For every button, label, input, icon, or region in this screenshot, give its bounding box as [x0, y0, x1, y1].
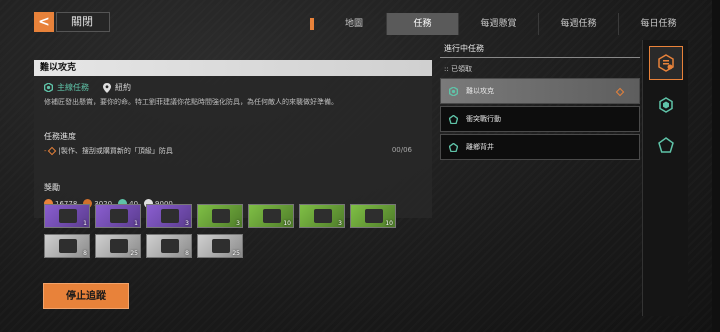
- stop-tracking-button[interactable]: 停止追蹤: [43, 283, 129, 309]
- category-main[interactable]: [653, 92, 679, 118]
- objective-diamond-icon: [47, 146, 56, 156]
- divider: [440, 57, 640, 58]
- pentagon-quest-icon: [449, 142, 458, 152]
- main-quest-icon: [44, 83, 53, 92]
- quest-meta: 主線任務 紐約: [44, 82, 131, 93]
- quest-title: 難以攻克: [34, 60, 432, 76]
- quest-list-item[interactable]: 衝突戰行動: [440, 106, 640, 132]
- item-qty: 25: [232, 250, 240, 257]
- main-quest-icon: [449, 86, 458, 96]
- tab-quests[interactable]: 任務: [386, 13, 458, 35]
- reward-item[interactable]: 8: [44, 234, 90, 258]
- reward-item[interactable]: 10: [350, 204, 396, 228]
- tab-weekly-bounty[interactable]: 每週懸賞: [458, 13, 538, 35]
- item-icon: [161, 209, 179, 223]
- active-quests-title: 進行中任務: [444, 44, 484, 53]
- objective-text: |製作、搜刮或購買新的「頂級」防具: [58, 147, 173, 155]
- edge-strip: [712, 0, 720, 332]
- item-icon: [212, 209, 230, 223]
- location-pin-icon: [103, 82, 111, 93]
- reward-item[interactable]: 25: [95, 234, 141, 258]
- top-tabs: 地圖 任務 每週懸賞 每週任務 每日任務: [310, 12, 698, 36]
- category-side[interactable]: [653, 132, 679, 158]
- reward-title: 獎勵: [44, 183, 60, 192]
- quest-list-item[interactable]: 難以攻克: [440, 78, 640, 104]
- active-quest-icon: [658, 54, 674, 72]
- reward-item[interactable]: 10: [248, 204, 294, 228]
- pentagon-icon: [658, 137, 674, 153]
- objective-dash: -: [44, 147, 47, 155]
- item-qty: 1: [134, 220, 138, 227]
- pentagon-quest-icon: [449, 114, 458, 124]
- quest-list-label: 衝突戰行動: [466, 115, 501, 123]
- hexagon-icon: [659, 97, 673, 113]
- item-icon: [365, 209, 383, 223]
- reward-item[interactable]: 3: [197, 204, 243, 228]
- progress-title: 任務進度: [44, 132, 76, 141]
- reward-item[interactable]: 1: [95, 204, 141, 228]
- tab-weekly-quests[interactable]: 每週任務: [538, 13, 618, 35]
- quest-location: 紐約: [115, 83, 131, 92]
- quest-list-label: 離鄉背井: [466, 143, 494, 151]
- reward-item[interactable]: 1: [44, 204, 90, 228]
- item-icon: [110, 239, 128, 253]
- item-qty: 10: [385, 220, 393, 227]
- item-icon: [59, 209, 77, 223]
- quest-description: 修補匠發出懸賞，要你的命。特工劉菲建議你花點時間強化防具，為任何敵人的來襲做好準…: [44, 98, 338, 106]
- item-qty: 3: [338, 220, 342, 227]
- claimed-label: :: 已領取: [444, 65, 472, 73]
- quest-detail-panel: 難以攻克 主線任務 紐約 修補匠發出懸賞，要你的命。特工劉菲建議你花點時間強化防…: [34, 60, 432, 316]
- item-qty: 1: [83, 220, 87, 227]
- objective-count: 00/06: [391, 146, 412, 154]
- close-button[interactable]: 關閉: [56, 12, 110, 32]
- tab-map[interactable]: 地圖: [322, 13, 386, 35]
- quest-type: 主線任務: [57, 83, 89, 92]
- quest-list-label: 難以攻克: [466, 87, 494, 95]
- reward-item[interactable]: 8: [146, 234, 192, 258]
- item-icon: [263, 209, 281, 223]
- reward-items-row-1: 1 1 3 3 10 3 10: [44, 204, 401, 228]
- item-icon: [59, 239, 77, 253]
- item-qty: 25: [130, 250, 138, 257]
- category-active-quest[interactable]: [649, 46, 683, 80]
- quest-list-item[interactable]: 離鄉背井: [440, 134, 640, 160]
- item-qty: 8: [83, 250, 87, 257]
- tracked-diamond-icon: [615, 87, 625, 97]
- item-icon: [161, 239, 179, 253]
- item-icon: [110, 209, 128, 223]
- item-qty: 8: [185, 250, 189, 257]
- back-button[interactable]: <: [34, 12, 54, 32]
- objective: - |製作、搜刮或購買新的「頂級」防具: [44, 146, 173, 156]
- reward-item[interactable]: 25: [197, 234, 243, 258]
- reward-items-row-2: 8 25 8 25: [44, 234, 248, 258]
- item-icon: [212, 239, 230, 253]
- item-qty: 10: [283, 220, 291, 227]
- item-icon: [314, 209, 332, 223]
- item-qty: 3: [236, 220, 240, 227]
- quest-body: 主線任務 紐約 修補匠發出懸賞，要你的命。特工劉菲建議你花點時間強化防具，為任何…: [34, 76, 432, 218]
- reward-item[interactable]: 3: [146, 204, 192, 228]
- quest-category-sidebar: [642, 40, 688, 316]
- tab-marker-icon: [310, 18, 314, 30]
- reward-item[interactable]: 3: [299, 204, 345, 228]
- tab-daily-quests[interactable]: 每日任務: [618, 13, 698, 35]
- item-qty: 3: [185, 220, 189, 227]
